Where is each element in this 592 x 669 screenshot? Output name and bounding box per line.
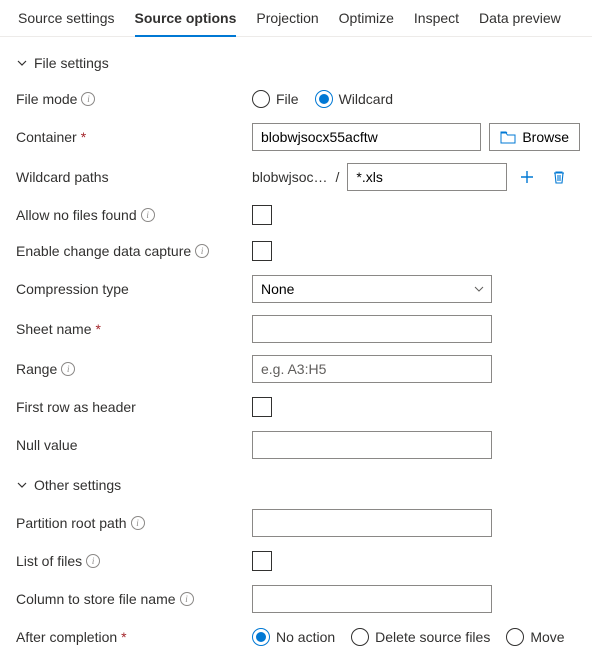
label-list-of-files: List of files	[16, 553, 82, 569]
label-partition-root: Partition root path	[16, 515, 127, 531]
label-sheet-name: Sheet name	[16, 321, 92, 337]
null-value-input[interactable]	[252, 431, 492, 459]
container-input[interactable]	[252, 123, 481, 151]
required-mark: *	[81, 129, 86, 145]
chevron-down-icon	[16, 57, 28, 69]
section-title: Other settings	[34, 477, 121, 493]
delete-path-button[interactable]	[547, 165, 571, 189]
allow-no-files-checkbox[interactable]	[252, 205, 272, 225]
label-range: Range	[16, 361, 57, 377]
tabs: Source settings Source options Projectio…	[0, 0, 592, 37]
after-completion-group: No action Delete source files Move	[252, 628, 580, 646]
enable-cdc-checkbox[interactable]	[252, 241, 272, 261]
tab-inspect[interactable]: Inspect	[404, 0, 469, 36]
label-first-row-header: First row as header	[16, 399, 136, 415]
radio-file[interactable]: File	[252, 90, 299, 108]
label-null-value: Null value	[16, 437, 77, 453]
info-icon[interactable]: i	[141, 208, 155, 222]
info-icon[interactable]: i	[61, 362, 75, 376]
trash-icon	[551, 169, 567, 185]
chevron-down-icon	[16, 479, 28, 491]
required-mark: *	[96, 321, 101, 337]
partition-root-input[interactable]	[252, 509, 492, 537]
tab-projection[interactable]: Projection	[246, 0, 328, 36]
path-separator: /	[335, 169, 339, 185]
tab-source-options[interactable]: Source options	[125, 0, 247, 36]
first-row-header-checkbox[interactable]	[252, 397, 272, 417]
browse-button[interactable]: Browse	[489, 123, 580, 151]
sheet-name-input[interactable]	[252, 315, 492, 343]
label-column-store: Column to store file name	[16, 591, 176, 607]
wildcard-path-prefix: blobwjsoc…	[252, 169, 327, 185]
folder-icon	[500, 130, 516, 144]
radio-no-action[interactable]: No action	[252, 628, 335, 646]
tab-source-settings[interactable]: Source settings	[8, 0, 125, 36]
label-compression: Compression type	[16, 281, 129, 297]
label-wildcard-paths: Wildcard paths	[16, 169, 109, 185]
section-file-settings[interactable]: File settings	[12, 51, 580, 81]
range-input[interactable]	[252, 355, 492, 383]
section-title: File settings	[34, 55, 109, 71]
label-enable-cdc: Enable change data capture	[16, 243, 191, 259]
label-container: Container	[16, 129, 77, 145]
wildcard-path-input[interactable]	[347, 163, 507, 191]
tab-optimize[interactable]: Optimize	[329, 0, 404, 36]
info-icon[interactable]: i	[195, 244, 209, 258]
column-store-input[interactable]	[252, 585, 492, 613]
required-mark: *	[121, 629, 126, 645]
radio-move[interactable]: Move	[506, 628, 564, 646]
info-icon[interactable]: i	[180, 592, 194, 606]
add-path-button[interactable]	[515, 165, 539, 189]
radio-wildcard[interactable]: Wildcard	[315, 90, 393, 108]
list-of-files-checkbox[interactable]	[252, 551, 272, 571]
info-icon[interactable]: i	[131, 516, 145, 530]
section-other-settings[interactable]: Other settings	[12, 465, 580, 503]
info-icon[interactable]: i	[86, 554, 100, 568]
tab-data-preview[interactable]: Data preview	[469, 0, 571, 36]
file-mode-group: File Wildcard	[252, 90, 580, 108]
plus-icon	[519, 169, 535, 185]
label-allow-no-files: Allow no files found	[16, 207, 137, 223]
radio-delete-source[interactable]: Delete source files	[351, 628, 490, 646]
compression-select[interactable]: None	[252, 275, 492, 303]
info-icon[interactable]: i	[81, 92, 95, 106]
label-after-completion: After completion	[16, 629, 117, 645]
label-file-mode: File mode	[16, 91, 77, 107]
